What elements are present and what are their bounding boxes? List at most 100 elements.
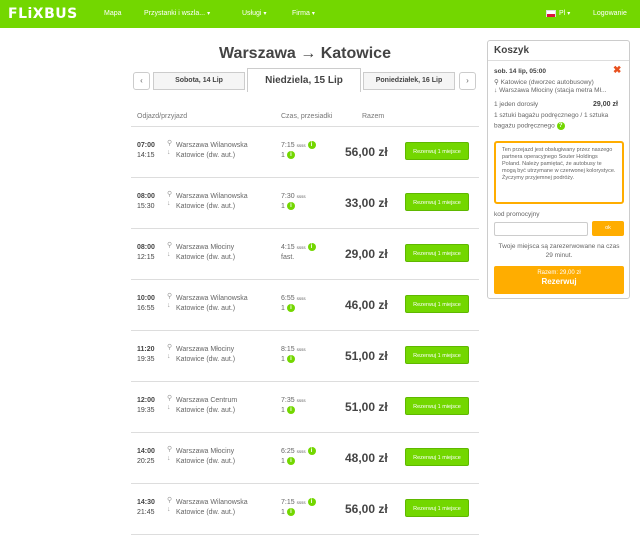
cart-luggage-line1: 1 sztuki bagażu podręcznego / 1 sztuka bbox=[494, 112, 609, 119]
promo-apply-button[interactable]: ok bbox=[592, 221, 624, 236]
departure-time: 14:00 bbox=[137, 448, 155, 455]
cart-panel: Koszyk sob. 14 lip, 05:00 ✖ ⚲ Katowice (… bbox=[487, 40, 630, 299]
arrival-station[interactable]: Katowice (dw. aut.) bbox=[176, 304, 248, 314]
promo-code-input[interactable] bbox=[494, 222, 588, 236]
ride-times: 14:00 20:25 bbox=[137, 447, 155, 467]
arrival-station[interactable]: Katowice (dw. aut.) bbox=[176, 151, 248, 161]
reserve-seat-button[interactable]: Rezerwuj 1 miejsce bbox=[405, 448, 469, 466]
language-selector[interactable]: Pl ▾ bbox=[559, 10, 570, 17]
info-icon[interactable]: i bbox=[286, 406, 295, 415]
nav-item-map[interactable]: Mapa bbox=[104, 10, 122, 17]
reserve-seat-button[interactable]: Rezerwuj 1 miejsce bbox=[405, 295, 469, 313]
prev-date-button[interactable]: ‹ bbox=[133, 72, 150, 90]
departure-station[interactable]: Warszawa Młociny bbox=[176, 447, 235, 457]
tab-prev-date[interactable]: Sobota, 14 Lip bbox=[153, 72, 245, 90]
duration-unit: ssss bbox=[296, 296, 306, 301]
next-date-button[interactable]: › bbox=[459, 72, 476, 90]
departure-station[interactable]: Warszawa Centrum bbox=[176, 396, 237, 406]
poland-flag-icon[interactable] bbox=[546, 10, 556, 17]
departure-time: 11:20 bbox=[137, 346, 155, 353]
reserve-seat-button[interactable]: Rezerwuj 1 miejsce bbox=[405, 499, 469, 517]
route-title: Warszawa → Katowice bbox=[131, 45, 479, 63]
info-icon[interactable]: i bbox=[286, 508, 295, 517]
column-header-duration: Czas, przesiadki bbox=[281, 113, 333, 120]
chevron-down-icon: ▾ bbox=[263, 11, 267, 17]
departure-station[interactable]: Warszawa Młociny bbox=[176, 345, 235, 355]
column-header-departure: Odjazd/przyjazd bbox=[137, 113, 188, 120]
location-pin-icon: ⚲ bbox=[167, 293, 173, 300]
cart-luggage-line2: bagażu podręcznego bbox=[494, 122, 555, 130]
duration-value: 7:30 bbox=[281, 193, 295, 200]
ride-price: 46,00 zł bbox=[345, 298, 388, 312]
tab-next-date[interactable]: Poniedziałek, 16 Lip bbox=[363, 72, 455, 90]
tab-current-date[interactable]: Niedziela, 15 Lip bbox=[247, 68, 361, 92]
ride-stations: Warszawa Wilanowska Katowice (dw. aut.) bbox=[176, 498, 248, 518]
departure-station[interactable]: Warszawa Wilanowska bbox=[176, 294, 248, 304]
arrival-station[interactable]: Katowice (dw. aut.) bbox=[176, 457, 235, 467]
arrival-station[interactable]: Katowice (dw. aut.) bbox=[176, 253, 235, 263]
duration-value: 7:35 bbox=[281, 397, 295, 404]
ride-duration: 6:55 ssss 1 i bbox=[281, 294, 306, 314]
chevron-right-icon: › bbox=[466, 76, 469, 85]
ride-duration: 6:25 ssss i 1 i bbox=[281, 447, 316, 467]
info-icon[interactable]: i bbox=[286, 151, 295, 160]
ride-times: 12:00 19:35 bbox=[137, 396, 155, 416]
arrival-station[interactable]: Katowice (dw. aut.) bbox=[176, 508, 248, 518]
route-from: Warszawa bbox=[219, 45, 296, 62]
column-header-total: Razem bbox=[362, 113, 385, 120]
info-icon[interactable]: i bbox=[307, 243, 316, 252]
ride-times: 07:00 14:15 bbox=[137, 141, 155, 161]
arrival-time: 15:30 bbox=[137, 203, 155, 210]
transfers-value: 1 bbox=[281, 458, 285, 465]
ride-stations: Warszawa Młociny Katowice (dw. aut.) bbox=[176, 447, 235, 467]
location-pin-icon: ⚲ bbox=[167, 191, 173, 198]
ride-duration: 7:15 ssss i 1 i bbox=[281, 141, 316, 161]
arrival-time: 19:35 bbox=[137, 407, 155, 414]
duration-value: 6:55 bbox=[281, 295, 295, 302]
duration-value: 6:25 bbox=[281, 448, 295, 455]
login-link[interactable]: Logowanie bbox=[593, 10, 627, 17]
ride-price: 33,00 zł bbox=[345, 196, 388, 210]
chevron-left-icon: ‹ bbox=[140, 76, 143, 85]
duration-unit: ssss bbox=[296, 245, 306, 250]
location-pin-icon: ⚲ bbox=[167, 395, 173, 402]
nav-item-stops[interactable]: Przystanki i wszla... ▾ bbox=[144, 10, 210, 17]
info-icon[interactable]: ? bbox=[556, 122, 565, 130]
info-icon[interactable]: i bbox=[286, 457, 295, 466]
arrival-station[interactable]: Katowice (dw. aut.) bbox=[176, 202, 248, 212]
departure-time: 12:00 bbox=[137, 397, 155, 404]
info-icon[interactable]: i bbox=[307, 141, 316, 150]
reserve-seat-button[interactable]: Rezerwuj 1 miejsce bbox=[405, 193, 469, 211]
reserve-seat-button[interactable]: Rezerwuj 1 miejsce bbox=[405, 142, 469, 160]
departure-station[interactable]: Warszawa Wilanowska bbox=[176, 192, 248, 202]
ride-times: 08:00 12:15 bbox=[137, 243, 155, 263]
ride-duration: 7:30 ssss 1 i bbox=[281, 192, 306, 212]
reserve-seat-button[interactable]: Rezerwuj 1 miejsce bbox=[405, 244, 469, 262]
remove-trip-icon[interactable]: ✖ bbox=[613, 65, 621, 76]
departure-station[interactable]: Warszawa Wilanowska bbox=[176, 498, 248, 508]
departure-station[interactable]: Warszawa Wilanowska bbox=[176, 141, 248, 151]
nav-item-company[interactable]: Firma ▾ bbox=[292, 10, 315, 17]
arrow-down-icon: ↓ bbox=[167, 149, 171, 156]
info-icon[interactable]: i bbox=[307, 498, 316, 507]
checkout-label: Rezerwuj bbox=[541, 277, 577, 286]
info-icon[interactable]: i bbox=[286, 355, 295, 364]
arrow-down-icon: ↓ bbox=[167, 302, 171, 309]
flixbus-logo[interactable]: FLiXBUS bbox=[8, 6, 78, 22]
transfers-value: 1 bbox=[281, 203, 285, 210]
nav-item-services[interactable]: Usługi ▾ bbox=[242, 10, 266, 17]
arrival-station[interactable]: Katowice (dw. aut.) bbox=[176, 406, 237, 416]
info-icon[interactable]: i bbox=[286, 304, 295, 313]
arrival-station[interactable]: Katowice (dw. aut.) bbox=[176, 355, 235, 365]
reserve-seat-button[interactable]: Rezerwuj 1 miejsce bbox=[405, 397, 469, 415]
duration-unit: ssss bbox=[296, 449, 306, 454]
departure-time: 07:00 bbox=[137, 142, 155, 149]
duration-value: 4:15 bbox=[281, 244, 295, 251]
reservation-timer-note: Twoje miejsca są zarezerwowane na czas 2… bbox=[498, 243, 620, 259]
info-icon[interactable]: i bbox=[307, 447, 316, 456]
reserve-seat-button[interactable]: Rezerwuj 1 miejsce bbox=[405, 346, 469, 364]
location-pin-icon: ⚲ bbox=[494, 79, 501, 86]
departure-station[interactable]: Warszawa Młociny bbox=[176, 243, 235, 253]
info-icon[interactable]: i bbox=[286, 202, 295, 211]
checkout-button[interactable]: Razem: 29,00 zł Rezerwuj bbox=[494, 266, 624, 294]
